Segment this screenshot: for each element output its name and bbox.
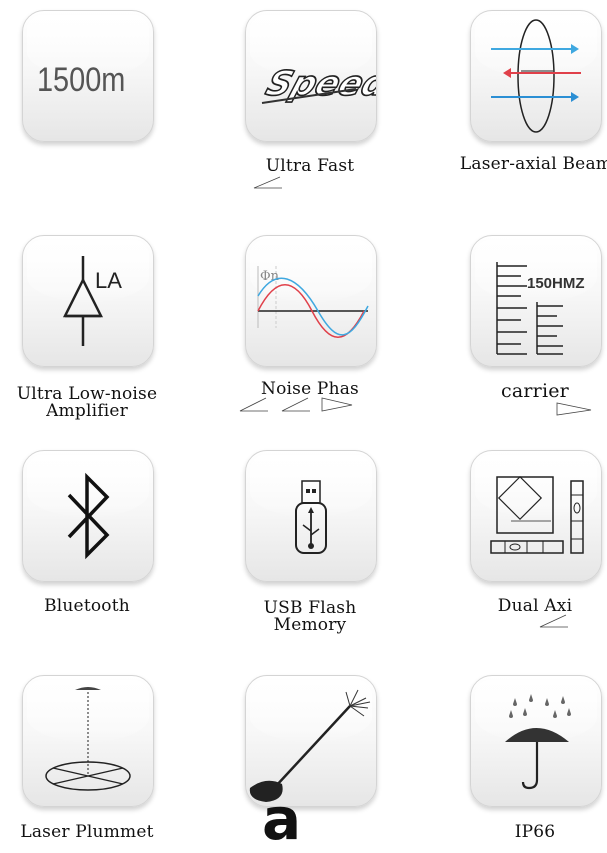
- dual-axis-icon: [470, 450, 602, 582]
- la-text: LA: [95, 268, 122, 293]
- label-bluetooth: Bluetooth: [44, 596, 130, 616]
- amplifier-icon: LA: [22, 235, 154, 367]
- label-carrier: carrier: [501, 380, 569, 402]
- range-1500m-icon: 1500m: [22, 10, 154, 142]
- label-usb: USB Flash Memory: [263, 598, 357, 635]
- label-laser-axial: Laser-axial Beam: [459, 154, 607, 174]
- label-ultra-fast: Ultra Fast: [265, 156, 355, 176]
- label-ip66: IP66: [514, 822, 556, 842]
- speed-icon: Speed: [245, 10, 377, 142]
- range-text: 1500m: [37, 60, 125, 99]
- label-plummet: Laser Plummet: [20, 822, 154, 842]
- label-amplifier: Ultra Low-noise Amplifier: [16, 384, 158, 421]
- freq-text: 150HMZ: [527, 275, 585, 292]
- triangle-deco: [539, 614, 568, 628]
- triangle-deco: [253, 176, 282, 189]
- noise-phase-icon: Φn: [245, 235, 377, 367]
- carrier-icon: 150HMZ: [470, 235, 602, 367]
- triangle-deco: [556, 402, 592, 416]
- usb-flash-icon: [245, 450, 377, 582]
- stray-letter: a: [262, 785, 302, 853]
- laser-axial-icon: [470, 10, 602, 142]
- bluetooth-icon: [22, 450, 154, 582]
- ip66-icon: [470, 675, 602, 807]
- label-dual-axis: Dual Axi: [497, 596, 573, 616]
- triangle-deco-group: [239, 397, 353, 412]
- speed-text: Speed: [261, 65, 376, 104]
- plummet-icon: [22, 675, 154, 807]
